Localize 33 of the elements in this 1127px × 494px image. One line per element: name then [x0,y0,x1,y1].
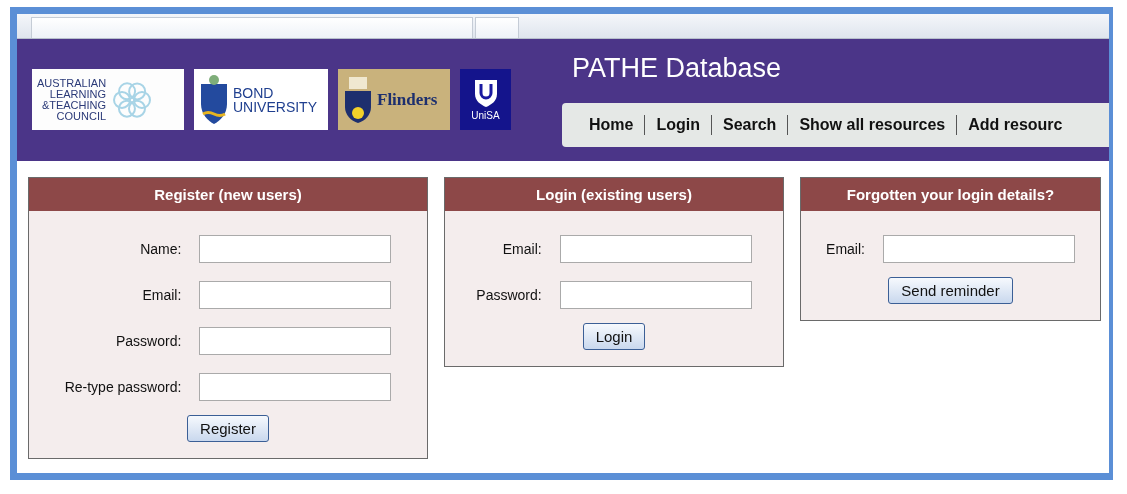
input-field[interactable] [199,281,392,309]
panel-title: Forgotten your login details? [801,178,1100,211]
field-label: Name: [139,241,182,257]
input-field[interactable] [882,235,1075,263]
shield-icon [472,78,499,108]
logo-text: Flinders [377,91,438,108]
panel-title: Register (new users) [29,178,427,211]
nav-link[interactable]: Home [578,116,645,134]
field-label: Password: [115,333,182,349]
field-label: Email: [141,287,182,303]
nav-link[interactable]: Login [645,116,711,134]
site-title: PATHE Database [571,53,783,85]
nav-link[interactable]: Search [712,116,788,134]
input-field[interactable] [199,373,392,401]
input-field[interactable] [199,327,392,355]
submit-button[interactable]: Send reminder [888,277,1013,304]
panel-title: Login (existing users) [445,178,783,211]
shield-icon [199,73,229,126]
nav-link[interactable]: Add resourc [957,116,1074,134]
input-field[interactable] [559,281,752,309]
field-label: Email: [826,241,865,257]
nav-link[interactable]: Show all resources [788,116,957,134]
submit-button[interactable]: Login [582,323,646,350]
field-label: Email: [501,241,542,257]
field-label: Password: [476,287,542,303]
input-field[interactable] [199,235,392,263]
field-label: Re-type password: [64,379,182,395]
logo-text: BOND UNIVERSITY [233,85,317,114]
input-field[interactable] [559,235,752,263]
crest-icon [343,74,373,125]
logo-text: UniSA [471,111,500,121]
logo-text: AUSTRALIAN LEARNING &TEACHING COUNCIL [37,77,107,122]
submit-button[interactable]: Register [187,415,269,442]
